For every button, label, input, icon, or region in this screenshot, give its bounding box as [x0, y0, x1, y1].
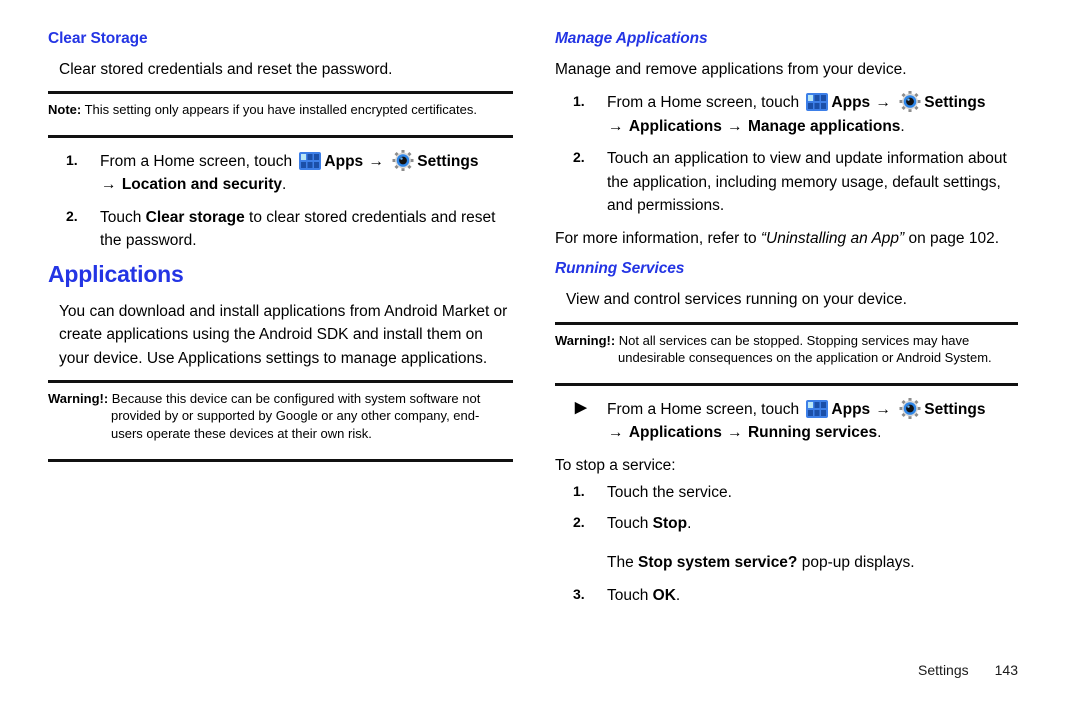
manage-applications-more-info: For more information, refer to “Uninstal… [555, 230, 999, 248]
running-services-intro: View and control services running on you… [566, 291, 907, 309]
step-marker: 2. [573, 149, 585, 166]
step-continuation: → Applications → Manage applications. [608, 117, 905, 135]
step-item: 1. From a Home screen, touch Apps → Sett… [48, 149, 513, 197]
step-text: Touch OK. [607, 587, 681, 605]
step-item: 2. Touch Clear storage to clear stored c… [48, 206, 513, 253]
step-marker: 1. [66, 151, 78, 168]
note-body: This setting only appears if you have in… [84, 102, 477, 118]
heading-manage-applications: Manage Applications [555, 30, 708, 47]
apps-icon [299, 151, 322, 170]
settings-label: Settings [924, 94, 986, 112]
rule-bottom [48, 134, 513, 138]
path-applications: Applications [628, 117, 722, 135]
step-marker: 1. [573, 93, 585, 110]
arrow-icon: → [368, 152, 384, 170]
step-marker: 3. [573, 586, 585, 603]
ok-bold: OK [652, 587, 676, 605]
apps-icon [806, 399, 829, 418]
popup-note: The Stop system service? pop-up displays… [607, 553, 915, 571]
step-text: Touch the service. [607, 484, 732, 502]
note-label: Note: [48, 102, 82, 118]
warning-callout-running-services: Warning!: Not all services can be stoppe… [555, 321, 1018, 386]
right-column: Manage Applications Manage and remove ap… [540, 0, 1080, 720]
bullet-item: ▶ From a Home screen, touch Apps → Setti… [555, 397, 1018, 445]
clear-storage-intro: Clear stored credentials and reset the p… [59, 61, 393, 79]
warning-body: Not all services can be stopped. Stoppin… [618, 332, 992, 366]
warning-text: Warning!: Not all services can be stoppe… [555, 325, 1018, 374]
note-text: Note: This setting only appears if you h… [48, 94, 513, 126]
arrow-icon: → [875, 94, 891, 112]
step-item: 3. Touch OK. [555, 584, 1018, 608]
manage-applications-intro: Manage and remove applications from your… [555, 61, 907, 79]
step-continuation: → Location and security. [101, 176, 287, 194]
step-item: 1. Touch the service. [555, 481, 1018, 505]
settings-gear-icon [392, 149, 414, 171]
warning-label: Warning!: [48, 390, 109, 406]
step-item: 1. From a Home screen, touch Apps → Sett… [555, 91, 1018, 138]
settings-gear-icon [899, 91, 921, 113]
step-text: Touch an application to view and update … [607, 150, 1007, 215]
step-marker: 2. [66, 207, 78, 224]
running-services-bullet-list: ▶ From a Home screen, touch Apps → Setti… [555, 397, 1018, 445]
cross-reference-title: “Uninstalling an App” [760, 230, 905, 248]
settings-label: Settings [924, 400, 986, 418]
heading-applications: Applications [48, 261, 184, 288]
applications-intro: You can download and install application… [59, 303, 508, 367]
clear-storage-bold: Clear storage [145, 208, 245, 226]
apps-label: Apps [324, 152, 364, 170]
bullet-triangle-icon: ▶ [575, 398, 587, 416]
popup-title-bold: Stop system service? [638, 553, 798, 571]
path-applications: Applications [628, 424, 722, 442]
warning-body: Because this device can be configured wi… [111, 390, 481, 442]
left-column: Clear Storage Clear stored credentials a… [0, 0, 540, 720]
step-text: Touch Clear storage to clear stored cred… [100, 208, 496, 250]
settings-gear-icon [899, 397, 921, 419]
path-location-and-security: Location and security [121, 176, 283, 194]
arrow-icon: → [727, 117, 743, 135]
warning-text: Warning!: Because this device can be con… [48, 383, 513, 450]
step-item: 2. Touch an application to view and upda… [555, 147, 1018, 218]
step-text: Touch Stop. [607, 514, 692, 532]
settings-label: Settings [417, 152, 479, 170]
step-item: 2. Touch Stop. [555, 512, 1018, 536]
arrow-icon: → [608, 424, 624, 442]
step-continuation: → Applications → Running services. [608, 424, 882, 442]
note-callout-clear-storage: Note: This setting only appears if you h… [48, 91, 513, 138]
arrow-icon: → [875, 400, 891, 418]
apps-icon [806, 93, 829, 112]
arrow-icon: → [727, 424, 743, 442]
step-text: From a Home screen, touch Apps → Setting… [607, 91, 1018, 138]
step-marker: 1. [573, 483, 585, 500]
path-manage-applications: Manage applications [747, 117, 901, 135]
warning-callout-applications: Warning!: Because this device can be con… [48, 379, 513, 462]
rule-bottom [555, 382, 1018, 386]
stop-service-steps-continued: 3. Touch OK. [555, 584, 1018, 608]
heading-clear-storage: Clear Storage [48, 30, 148, 47]
warning-label: Warning!: [555, 332, 616, 348]
arrow-icon: → [101, 176, 117, 194]
footer-section-label: Settings [918, 662, 969, 678]
clear-storage-steps: 1. From a Home screen, touch Apps → Sett… [48, 149, 513, 253]
rule-bottom [48, 458, 513, 462]
step-text: From a Home screen, touch Apps → Setting… [607, 397, 1018, 445]
stop-service-intro: To stop a service: [555, 456, 676, 474]
page-number: 143 [994, 662, 1018, 678]
apps-label: Apps [831, 400, 871, 418]
step-text: From a Home screen, touch Apps → Setting… [100, 149, 513, 197]
path-running-services: Running services [747, 424, 878, 442]
stop-bold: Stop [652, 514, 688, 532]
arrow-icon: → [608, 117, 624, 135]
heading-running-services: Running Services [555, 260, 685, 278]
manage-applications-steps: 1. From a Home screen, touch Apps → Sett… [555, 91, 1018, 218]
step-marker: 2. [573, 513, 585, 530]
stop-service-steps: 1. Touch the service. 2. Touch Stop. [555, 481, 1018, 535]
apps-label: Apps [831, 94, 871, 112]
page-footer: Settings 143 [918, 662, 1018, 678]
document-page: Clear Storage Clear stored credentials a… [0, 0, 1080, 720]
